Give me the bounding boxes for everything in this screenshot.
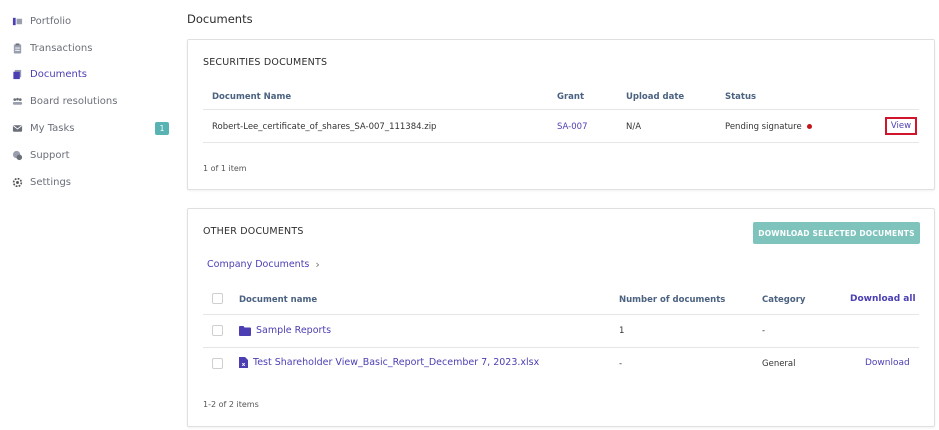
folder-icon — [239, 325, 251, 336]
sidebar-item-label: Board resolutions — [30, 95, 118, 107]
view-button[interactable]: View — [885, 117, 917, 135]
table-divider — [203, 109, 919, 110]
chevron-right-icon: › — [315, 258, 320, 271]
gear-icon — [11, 176, 23, 188]
status-text: Pending signature — [725, 122, 802, 132]
sidebar-item-label: Portfolio — [30, 15, 72, 27]
portfolio-icon — [11, 15, 23, 27]
tasks-icon — [11, 122, 23, 134]
download-selected-button[interactable]: DOWNLOAD SELECTED DOCUMENTS — [753, 222, 920, 244]
board-icon — [11, 95, 23, 107]
sidebar-item-label: Transactions — [30, 42, 93, 54]
column-header-status: Status — [725, 92, 757, 102]
tasks-count-badge: 1 — [155, 122, 169, 135]
folder-row-link[interactable]: Sample Reports — [239, 325, 331, 336]
pagination-info: 1-2 of 2 items — [203, 400, 259, 409]
category: - — [762, 326, 766, 336]
breadcrumb[interactable]: Company Documents › — [207, 258, 320, 271]
document-count: 1 — [619, 326, 625, 336]
file-row-link[interactable]: x Test Shareholder View_Basic_Report_Dec… — [239, 357, 539, 368]
page-title: Documents — [187, 12, 253, 26]
upload-date: N/A — [626, 122, 642, 132]
column-header-upload-date: Upload date — [626, 92, 685, 102]
document-name: Robert-Lee_certificate_of_shares_SA-007_… — [212, 122, 437, 132]
row-checkbox[interactable] — [212, 325, 223, 336]
column-header-category: Category — [762, 295, 806, 305]
sidebar-item-label: My Tasks — [30, 122, 75, 134]
sidebar-item-portfolio[interactable]: Portfolio — [11, 11, 71, 31]
pagination-info: 1 of 1 item — [203, 164, 247, 173]
row-checkbox[interactable] — [212, 358, 223, 369]
other-documents-card: OTHER DOCUMENTS DOWNLOAD SELECTED DOCUME… — [187, 208, 935, 427]
document-count: - — [619, 359, 623, 369]
column-header-document-name: Document name — [239, 295, 318, 305]
clipboard-icon — [11, 42, 23, 54]
column-header-document-name: Document Name — [212, 92, 292, 102]
documents-icon — [11, 68, 23, 80]
column-header-number-of-documents: Number of documents — [619, 295, 726, 305]
folder-name[interactable]: Sample Reports — [256, 325, 331, 336]
sidebar-item-label: Support — [30, 149, 70, 161]
download-link[interactable]: Download — [865, 358, 910, 368]
breadcrumb-company-documents[interactable]: Company Documents — [207, 259, 309, 270]
sidebar-item-label: Settings — [30, 176, 72, 188]
table-divider — [203, 142, 919, 143]
sidebar-item-transactions[interactable]: Transactions — [11, 38, 92, 58]
download-all-link[interactable]: Download all — [850, 294, 916, 304]
status-cell: Pending signature — [725, 122, 812, 132]
category: General — [762, 359, 796, 369]
securities-documents-title: SECURITIES DOCUMENTS — [203, 57, 328, 68]
sidebar-item-settings[interactable]: Settings — [11, 172, 71, 192]
sidebar-item-documents[interactable]: Documents — [11, 64, 87, 84]
sidebar-item-my-tasks[interactable]: My Tasks — [11, 118, 75, 138]
grant-link[interactable]: SA-007 — [557, 122, 587, 132]
select-all-checkbox[interactable] — [212, 293, 223, 304]
table-divider — [203, 347, 919, 348]
table-divider — [203, 314, 919, 315]
sidebar: Portfolio Transactions Documents Board r… — [0, 0, 178, 430]
status-dot-icon — [806, 124, 812, 129]
other-documents-title: OTHER DOCUMENTS — [203, 226, 304, 237]
sidebar-item-board-resolutions[interactable]: Board resolutions — [11, 91, 117, 111]
support-icon — [11, 149, 23, 161]
file-name[interactable]: Test Shareholder View_Basic_Report_Decem… — [253, 357, 539, 368]
sidebar-item-support[interactable]: Support — [11, 145, 70, 165]
column-header-grant: Grant — [557, 92, 585, 102]
securities-documents-card: SECURITIES DOCUMENTS Document Name Grant… — [187, 39, 935, 190]
svg-text:x: x — [242, 362, 246, 368]
excel-file-icon: x — [239, 357, 248, 368]
sidebar-item-label: Documents — [30, 68, 88, 80]
